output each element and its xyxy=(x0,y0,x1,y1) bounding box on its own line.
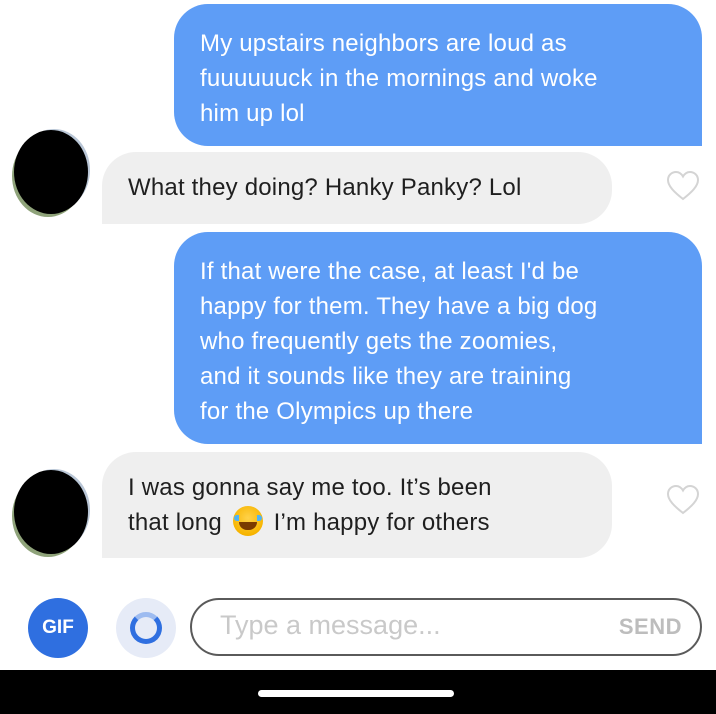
message-line: What they doing? Hanky Panky? Lol xyxy=(128,174,522,201)
incoming-message-bubble: I was gonna say me too. It’s been that l… xyxy=(102,452,612,558)
outgoing-message-bubble: If that were the case, at least I'd be h… xyxy=(174,232,702,444)
message-input[interactable]: Type a message... SEND xyxy=(190,598,702,656)
message-line: and it sounds like they are training xyxy=(200,363,572,390)
gif-label: GIF xyxy=(42,617,74,638)
send-button[interactable]: SEND xyxy=(619,614,682,640)
message-line: fuuuuuuck in the mornings and woke xyxy=(200,65,598,92)
home-indicator[interactable] xyxy=(258,690,454,697)
message-line: happy for them. They have a big dog xyxy=(200,293,598,320)
outgoing-message-bubble: My upstairs neighbors are loud as fuuuuu… xyxy=(174,4,702,146)
message-line: that long I’m happy for others xyxy=(128,505,586,540)
avatar[interactable] xyxy=(14,130,88,214)
heart-like-icon[interactable] xyxy=(666,170,700,202)
message-input-placeholder: Type a message... xyxy=(220,610,441,640)
message-text: I’m happy for others xyxy=(273,509,490,536)
avatar[interactable] xyxy=(14,470,88,554)
message-text: that long xyxy=(128,509,222,536)
ring-icon xyxy=(130,612,162,644)
message-line: for the Olympics up there xyxy=(200,398,474,425)
incoming-message-bubble: What they doing? Hanky Panky? Lol xyxy=(102,152,612,224)
heart-like-icon[interactable] xyxy=(666,484,700,516)
message-line: My upstairs neighbors are loud as xyxy=(200,30,567,57)
gif-button[interactable]: GIF xyxy=(28,598,88,658)
message-line: him up lol xyxy=(200,100,305,127)
message-line: If that were the case, at least I'd be xyxy=(200,258,580,285)
message-line: who frequently gets the zoomies, xyxy=(200,328,558,355)
ring-button[interactable] xyxy=(116,598,176,658)
message-line: I was gonna say me too. It’s been xyxy=(128,474,492,501)
system-navigation-bar xyxy=(0,670,716,714)
face-with-tears-of-joy-icon xyxy=(232,506,263,536)
